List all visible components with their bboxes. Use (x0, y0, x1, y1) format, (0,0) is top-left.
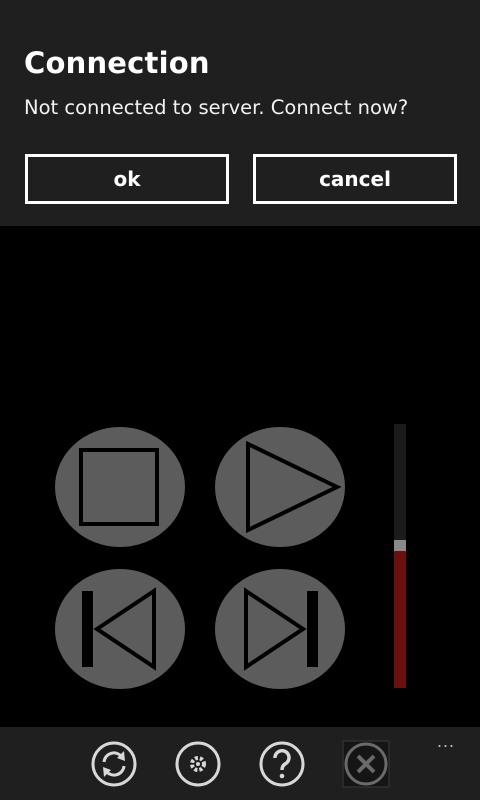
next-track-icon (244, 587, 318, 671)
play-icon (246, 440, 342, 534)
dialog-title: Connection (24, 46, 210, 80)
volume-thumb[interactable] (394, 540, 406, 551)
close-icon (342, 740, 390, 788)
previous-track-icon (82, 587, 156, 671)
settings-button[interactable] (174, 740, 222, 788)
volume-fill (394, 551, 406, 688)
play-button[interactable] (215, 427, 345, 547)
more-menu-button[interactable]: ... (428, 731, 464, 751)
refresh-icon (91, 741, 137, 787)
ok-button[interactable]: ok (25, 154, 229, 204)
help-button[interactable] (258, 740, 306, 788)
dialog-message: Not connected to server. Connect now? (24, 96, 409, 119)
help-icon (259, 741, 305, 787)
app-bar: ... (0, 727, 480, 800)
stop-button[interactable] (55, 427, 185, 547)
settings-icon (175, 741, 221, 787)
close-button[interactable] (342, 740, 390, 788)
previous-track-button[interactable] (55, 569, 185, 689)
cancel-button[interactable]: cancel (253, 154, 457, 204)
connection-dialog: Connection Not connected to server. Conn… (0, 0, 480, 226)
next-track-button[interactable] (215, 569, 345, 689)
volume-slider[interactable] (394, 424, 406, 688)
stop-icon (79, 448, 159, 526)
refresh-button[interactable] (90, 740, 138, 788)
